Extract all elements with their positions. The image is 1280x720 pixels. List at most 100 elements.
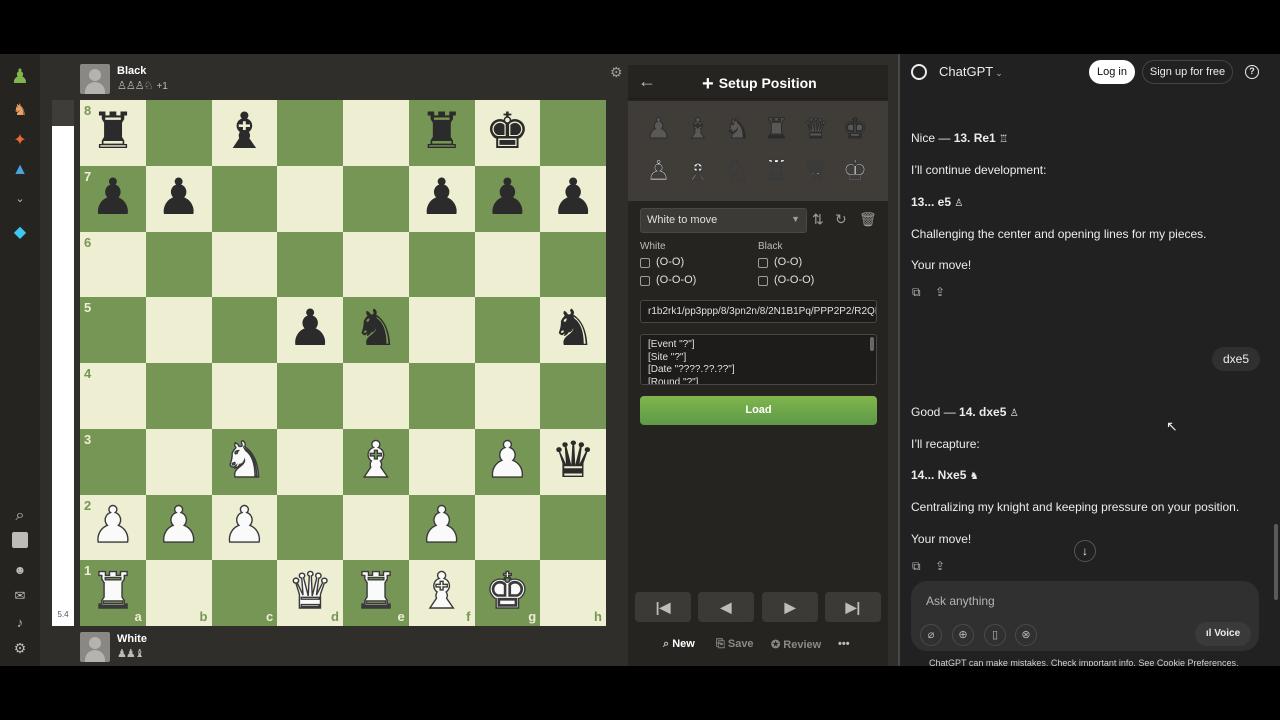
share-icon[interactable]: ⇪: [935, 559, 945, 573]
search-icon[interactable]: ⌕: [8, 504, 32, 528]
pgn-scrollbar[interactable]: [870, 337, 874, 351]
learn-icon[interactable]: ▲: [8, 158, 32, 182]
first-move-button[interactable]: |◀: [635, 592, 691, 622]
copy-icon[interactable]: ⧉: [912, 285, 921, 300]
reset-icon[interactable]: ↻: [835, 211, 847, 228]
signup-button[interactable]: Sign up for free: [1142, 60, 1233, 84]
chat-scrollbar[interactable]: [1274, 524, 1278, 600]
play-icon[interactable]: ♞: [8, 98, 32, 122]
black-pawn-piece[interactable]: ♟: [90, 172, 135, 222]
tools-icon[interactable]: ⊗: [1015, 624, 1037, 646]
square-e2[interactable]: [343, 494, 409, 561]
black-knight-piece[interactable]: ♞: [551, 303, 596, 353]
square-c1[interactable]: c: [211, 560, 278, 626]
attach-icon[interactable]: ⌀: [920, 624, 942, 646]
tray-white-pawn-icon[interactable]: ♙: [645, 156, 671, 185]
square-h1[interactable]: h: [540, 560, 606, 626]
voice-button[interactable]: ıl Voice: [1195, 622, 1251, 646]
square-e3[interactable]: ♝: [343, 428, 409, 495]
black-pawn-piece[interactable]: ♟: [288, 303, 333, 353]
white-pawn-piece[interactable]: ♟: [419, 500, 465, 551]
square-h2[interactable]: [540, 494, 606, 561]
square-b4[interactable]: [145, 363, 212, 429]
square-c3[interactable]: ♞: [211, 428, 278, 495]
puzzles-icon[interactable]: ✦: [8, 128, 32, 152]
messages-icon[interactable]: ✉: [8, 584, 32, 608]
notifications-bell-icon[interactable]: ♪: [8, 610, 32, 634]
black-rook-piece[interactable]: ♜: [90, 106, 135, 156]
trash-icon[interactable]: 🗑: [859, 211, 877, 228]
white-pawn-piece[interactable]: ♟: [90, 500, 136, 551]
white-rook-piece[interactable]: ♜: [90, 565, 136, 616]
square-a8[interactable]: ♜ 8: [80, 100, 146, 166]
black-king-piece[interactable]: ♚: [485, 106, 530, 156]
tray-white-knight-icon[interactable]: ♘: [724, 156, 750, 185]
chess-board[interactable]: ♜ 8 ♝ ♜ ♚ ♟ 7 ♟ ♟ ♟ ♟ 6 5 ♟ ♞ ♞ 4 3 ♞ ♝ ♟ ♛ ♟ 2 ♟ ♟ ♟ ♜ 1 a b c ♛ d ♜ e ♝ f ♚ g…: [80, 100, 606, 626]
square-b6[interactable]: [145, 231, 212, 298]
square-h4[interactable]: [540, 363, 606, 429]
square-f3[interactable]: [408, 428, 475, 495]
share-icon[interactable]: ⇪: [935, 285, 945, 299]
black-queen-piece[interactable]: ♛: [551, 435, 596, 485]
save-button[interactable]: ⎘ Save: [716, 638, 754, 651]
black-pawn-piece[interactable]: ♟: [156, 172, 201, 222]
square-a5[interactable]: 5: [80, 297, 146, 363]
square-f6[interactable]: [408, 231, 475, 298]
square-a6[interactable]: 6: [80, 231, 146, 298]
square-e8[interactable]: [343, 100, 409, 166]
square-d8[interactable]: [277, 100, 343, 166]
more-chevron-icon[interactable]: ⌄: [8, 186, 32, 210]
black-pawn-piece[interactable]: ♟: [419, 172, 464, 222]
copy-icon[interactable]: ⧉: [912, 559, 921, 574]
flip-board-icon[interactable]: ⇅: [812, 211, 824, 228]
previous-move-button[interactable]: ◀: [698, 592, 754, 622]
premium-diamond-icon[interactable]: ◆: [8, 220, 32, 244]
square-a4[interactable]: 4: [80, 363, 146, 429]
square-b3[interactable]: [145, 428, 212, 495]
white-pawn-piece[interactable]: ♟: [156, 500, 202, 551]
profile-avatar-icon[interactable]: [12, 532, 28, 548]
fen-input[interactable]: r1b2rk1/pp3ppp/8/3pn2n/8/2N1B1Pq/PPP2P2/…: [640, 300, 877, 323]
square-h7[interactable]: ♟: [540, 165, 606, 232]
tray-black-pawn-icon[interactable]: ♟: [645, 114, 671, 143]
black-bishop-piece[interactable]: ♝: [222, 106, 267, 156]
square-b1[interactable]: b: [145, 560, 212, 626]
square-c4[interactable]: [211, 363, 278, 429]
white-bishop-piece[interactable]: ♝: [419, 565, 465, 616]
square-b8[interactable]: [145, 100, 212, 166]
square-f2[interactable]: ♟: [408, 494, 475, 561]
white-pawn-piece[interactable]: ♟: [484, 434, 530, 485]
square-h3[interactable]: ♛: [540, 428, 606, 495]
square-f7[interactable]: ♟: [408, 165, 475, 232]
square-h8[interactable]: [540, 100, 606, 166]
book-icon[interactable]: ▯: [984, 624, 1006, 646]
board-settings-gear-icon[interactable]: ⚙: [610, 64, 623, 81]
white-king-piece[interactable]: ♚: [484, 565, 530, 616]
chat-input[interactable]: Ask anything: [926, 594, 995, 608]
white-rook-piece[interactable]: ♜: [353, 565, 399, 616]
review-button[interactable]: ✪ Review: [771, 638, 821, 651]
square-g7[interactable]: ♟: [474, 165, 541, 232]
square-a3[interactable]: 3: [80, 428, 146, 495]
friends-icon[interactable]: ☻: [8, 558, 32, 582]
square-e5[interactable]: ♞: [343, 297, 409, 363]
white-queen-piece[interactable]: ♛: [287, 565, 333, 616]
square-h5[interactable]: ♞: [540, 297, 606, 363]
tray-black-queen-icon[interactable]: ♛: [803, 114, 829, 143]
square-h6[interactable]: [540, 231, 606, 298]
tray-white-rook-icon[interactable]: ♖: [763, 156, 789, 185]
square-c7[interactable]: [211, 165, 278, 232]
last-move-button[interactable]: ▶|: [825, 592, 881, 622]
white-pawn-piece[interactable]: ♟: [221, 500, 267, 551]
side-to-move-select[interactable]: White to move ▼: [640, 208, 807, 233]
white-knight-piece[interactable]: ♞: [221, 434, 267, 485]
square-g3[interactable]: ♟: [474, 428, 541, 495]
square-a1[interactable]: ♜ 1 a: [80, 560, 146, 626]
square-c2[interactable]: ♟: [211, 494, 278, 561]
back-arrow-icon[interactable]: ←: [638, 71, 656, 92]
tray-black-rook-icon[interactable]: ♜: [763, 114, 789, 143]
chat-composer[interactable]: Ask anything ⌀ ⊕ ▯ ⊗ ıl Voice: [911, 581, 1259, 651]
load-button[interactable]: Load: [640, 396, 877, 425]
square-d5[interactable]: ♟: [277, 297, 343, 363]
help-icon[interactable]: ?: [1245, 65, 1259, 79]
